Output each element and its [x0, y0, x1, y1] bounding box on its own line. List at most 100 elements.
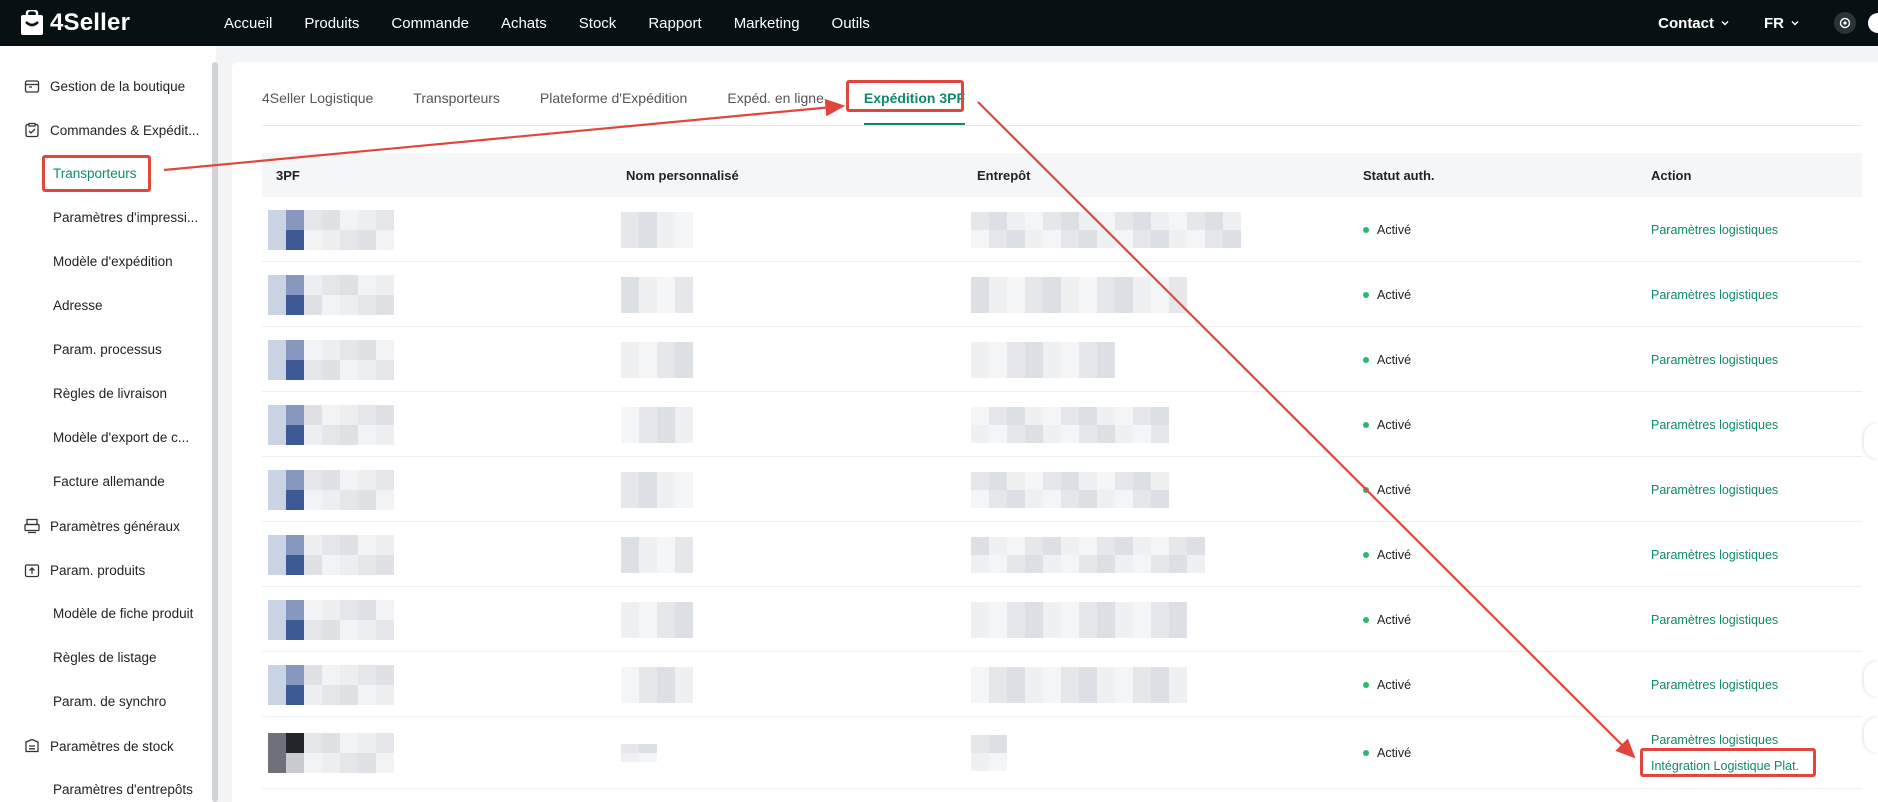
tab-expedition-3pf[interactable]: Expédition 3PF — [863, 90, 966, 125]
logistics-settings-link[interactable]: Paramètres logistiques — [1651, 613, 1778, 627]
custom-name-cell — [621, 522, 693, 587]
sidebar-item-label: Param. produits — [50, 562, 146, 578]
sidebar-scrollbar[interactable] — [212, 62, 218, 802]
sidebar-item-label: Param. processus — [53, 342, 162, 357]
sidebar-item-parametres-stock[interactable]: Paramètres de stock — [0, 738, 210, 754]
nav-item-commande[interactable]: Commande — [391, 15, 469, 32]
carrier-logo — [268, 522, 394, 587]
stock-list-icon — [24, 738, 40, 754]
sidebar-item-parametres-entrepots[interactable]: Paramètres d'entrepôts — [0, 782, 210, 797]
warehouse-cell — [971, 522, 1205, 587]
sidebar-item-regles-livraison[interactable]: Règles de livraison — [0, 386, 210, 401]
sidebar-item-commandes-expedition[interactable]: Commandes & Expédit... — [0, 122, 210, 138]
status-cell: Activé — [1363, 327, 1411, 392]
status-cell: Activé — [1363, 717, 1411, 789]
tab-4seller-logistique[interactable]: 4Seller Logistique — [262, 90, 373, 124]
main-nav: Accueil Produits Commande Achats Stock R… — [224, 15, 902, 32]
sidebar-item-label: Adresse — [53, 298, 103, 313]
table-row: Activé Paramètres logistiques — [262, 587, 1862, 652]
status-text: Activé — [1377, 417, 1412, 432]
sidebar-item-param-produits[interactable]: Param. produits — [0, 562, 210, 578]
nav-item-produits[interactable]: Produits — [304, 15, 359, 32]
user-avatar[interactable] — [1868, 13, 1878, 33]
logistics-settings-link[interactable]: Paramètres logistiques — [1651, 353, 1778, 367]
nav-item-stock[interactable]: Stock — [579, 15, 617, 32]
platform-logistics-integration-link[interactable]: Intégration Logistique Plat. — [1651, 759, 1799, 773]
sidebar-item-adresse[interactable]: Adresse — [0, 298, 210, 313]
tab-exped-en-ligne[interactable]: Expéd. en ligne — [727, 90, 824, 124]
sidebar-item-label: Transporteurs — [53, 166, 137, 181]
sidebar-item-label: Commandes & Expédit... — [50, 122, 200, 138]
sidebar-item-param-synchro[interactable]: Param. de synchro — [0, 694, 210, 709]
status-text: Activé — [1377, 547, 1412, 562]
logistics-settings-link[interactable]: Paramètres logistiques — [1651, 288, 1778, 302]
status-dot-icon — [1363, 750, 1369, 756]
sidebar-item-gestion-boutique[interactable]: Gestion de la boutique — [0, 78, 210, 94]
status-dot-icon — [1363, 486, 1369, 493]
action-cell: Paramètres logistiques — [1651, 327, 1778, 392]
sidebar-item-facture-allemande[interactable]: Facture allemande — [0, 474, 210, 489]
custom-name-cell — [621, 717, 657, 789]
action-cell: Paramètres logistiques — [1651, 457, 1778, 522]
sidebar-item-label: Modèle d'expédition — [53, 254, 173, 269]
logo-text: 4Seller — [50, 9, 131, 36]
nav-item-accueil[interactable]: Accueil — [224, 15, 272, 32]
nav-item-rapport[interactable]: Rapport — [648, 15, 701, 32]
tab-transporteurs[interactable]: Transporteurs — [413, 90, 500, 124]
status-dot-icon — [1363, 226, 1369, 233]
status-dot-icon — [1363, 551, 1369, 558]
column-header-3pf: 3PF — [276, 167, 300, 183]
settings-gear-icon[interactable] — [1834, 12, 1856, 34]
sidebar-item-param-processus[interactable]: Param. processus — [0, 342, 210, 357]
language-dropdown[interactable]: FR — [1764, 15, 1800, 32]
warehouse-cell — [971, 262, 1187, 327]
custom-name-cell — [621, 262, 693, 327]
contact-dropdown[interactable]: Contact — [1658, 15, 1730, 32]
status-text: Activé — [1377, 287, 1412, 302]
custom-name-cell — [621, 197, 693, 262]
chevron-down-icon — [1721, 21, 1729, 26]
table-header: 3PF Nom personnalisé Entrepôt Statut aut… — [262, 153, 1862, 197]
sidebar-item-modele-expedition[interactable]: Modèle d'expédition — [0, 254, 210, 269]
tab-plateforme-expedition[interactable]: Plateforme d'Expédition — [540, 90, 687, 124]
carrier-logo — [268, 717, 394, 789]
table-row: Activé Paramètres logistiques — [262, 457, 1862, 522]
nav-item-marketing[interactable]: Marketing — [734, 15, 800, 32]
sidebar-item-parametres-generaux[interactable]: Paramètres généraux — [0, 518, 210, 534]
sidebar-item-regles-listage[interactable]: Règles de listage — [0, 650, 210, 665]
logistics-settings-link[interactable]: Paramètres logistiques — [1651, 548, 1778, 562]
warehouse-cell — [971, 392, 1169, 457]
sidebar-item-modele-export[interactable]: Modèle d'export de c... — [0, 430, 210, 445]
logistics-settings-link[interactable]: Paramètres logistiques — [1651, 678, 1778, 692]
action-cell: Paramètres logistiques — [1651, 197, 1778, 262]
column-header-nom: Nom personnalisé — [626, 167, 739, 183]
sidebar-item-label: Gestion de la boutique — [50, 78, 186, 94]
sidebar-item-modele-fiche-produit[interactable]: Modèle de fiche produit — [0, 606, 210, 621]
table-row: Activé Paramètres logistiques — [262, 197, 1862, 262]
logistics-settings-link[interactable]: Paramètres logistiques — [1651, 418, 1778, 432]
action-cell: Paramètres logistiques — [1651, 262, 1778, 327]
warehouse-cell — [971, 587, 1187, 652]
nav-item-outils[interactable]: Outils — [832, 15, 870, 32]
table-row: Activé Paramètres logistiques Intégration … — [262, 717, 1862, 789]
custom-name-cell — [621, 327, 693, 392]
logistics-settings-link[interactable]: Paramètres logistiques — [1651, 223, 1778, 237]
action-cell: Paramètres logistiques — [1651, 587, 1778, 652]
sidebar-item-label: Paramètres d'entrepôts — [53, 782, 193, 797]
table-row: Activé Paramètres logistiques — [262, 327, 1862, 392]
app-logo[interactable]: 4Seller — [20, 8, 206, 37]
carrier-logo — [268, 652, 394, 717]
sidebar: Gestion de la boutique Commandes & Expéd… — [0, 46, 216, 802]
logistics-settings-link[interactable]: Paramètres logistiques — [1651, 733, 1799, 747]
sidebar-item-parametres-impression[interactable]: Paramètres d'impressi... — [0, 210, 210, 225]
support-widget[interactable] — [1864, 661, 1878, 697]
nav-item-achats[interactable]: Achats — [501, 15, 547, 32]
status-dot-icon — [1363, 291, 1369, 298]
logistics-settings-link[interactable]: Paramètres logistiques — [1651, 483, 1778, 497]
table-row: Activé Paramètres logistiques — [262, 262, 1862, 327]
status-text: Activé — [1377, 746, 1412, 760]
status-cell: Activé — [1363, 522, 1411, 587]
side-panel-handle[interactable] — [1864, 423, 1878, 459]
chat-widget[interactable] — [1864, 717, 1878, 753]
sidebar-item-transporteurs[interactable]: Transporteurs — [0, 166, 210, 181]
